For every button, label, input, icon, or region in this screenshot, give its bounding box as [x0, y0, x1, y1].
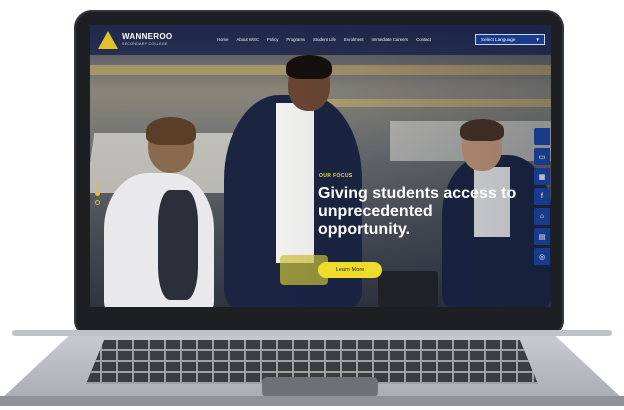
logo-name: WANNEROO [122, 32, 173, 41]
main-menu: Home About WSC Policy Programs Student L… [217, 37, 431, 42]
nav-item-policy[interactable]: Policy [267, 37, 278, 42]
laptop-base-edge [0, 396, 624, 406]
monitor-icon[interactable]: ▭ [534, 148, 550, 165]
nav-item-programs[interactable]: Programs [286, 37, 305, 42]
language-select[interactable]: Select Language ▼ [475, 34, 545, 45]
calendar-icon[interactable]: ▦ [534, 168, 550, 185]
side-quick-links: ▭ ▦ f ⌂ ▤ ◎ [534, 128, 550, 265]
facebook-icon[interactable]: f [534, 188, 550, 205]
learn-more-button[interactable]: Learn More [318, 262, 382, 278]
language-select-label: Select Language [481, 37, 516, 42]
calendar-alt-icon[interactable]: ▤ [534, 228, 550, 245]
touchpad [262, 377, 378, 397]
top-nav: WANNEROO SECONDARY COLLEGE Home About WS… [90, 25, 551, 55]
nav-item-about[interactable]: About WSC [236, 37, 258, 42]
nav-item-contact[interactable]: Contact [416, 37, 431, 42]
college-logo[interactable]: WANNEROO SECONDARY COLLEGE [98, 31, 184, 51]
nav-item-careers[interactable]: Immediate Careers [372, 37, 409, 42]
nav-item-home[interactable]: Home [217, 37, 228, 42]
chevron-down-icon: ▼ [535, 37, 540, 42]
instagram-icon[interactable]: ◎ [534, 248, 550, 265]
website-screen: WANNEROO SECONDARY COLLEGE Home About WS… [90, 25, 551, 307]
laptop-mockup: WANNEROO SECONDARY COLLEGE Home About WS… [0, 0, 624, 410]
slider-dot[interactable] [95, 182, 100, 187]
hero-headline: Giving students access to unprecedented … [318, 185, 517, 238]
slider-dot-active[interactable] [95, 191, 100, 196]
logo-triangle-icon [98, 31, 118, 49]
slider-dot[interactable] [95, 200, 100, 205]
hero-kicker: OUR FOCUS [319, 173, 353, 179]
laptop-hinge [12, 330, 612, 336]
nav-item-enrolment[interactable]: Enrolment [344, 37, 364, 42]
slider-dots [95, 182, 100, 205]
home-icon[interactable]: ⌂ [534, 208, 550, 225]
logo-subtitle: SECONDARY COLLEGE [122, 42, 168, 46]
nav-item-student-life[interactable]: Student Life [313, 37, 336, 42]
apple-icon[interactable] [534, 128, 550, 145]
